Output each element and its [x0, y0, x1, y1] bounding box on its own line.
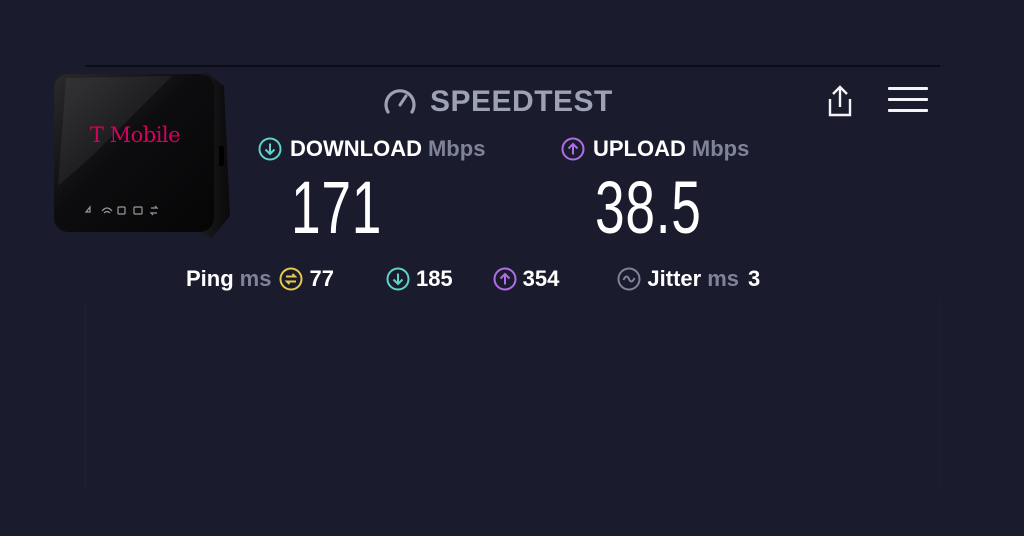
arrow-up-circle-icon [493, 267, 517, 291]
upload-speed-value: 38.5 [595, 166, 702, 249]
upload-label: UPLOAD Mbps [561, 134, 749, 164]
download-title: DOWNLOAD [290, 136, 422, 161]
arrow-down-circle-icon [258, 137, 282, 161]
ping-download: 185 [386, 266, 453, 292]
hamburger-line [888, 98, 928, 101]
panel-edge-left [85, 300, 86, 490]
speedometer-gauge-icon [384, 89, 416, 114]
speedtest-logo: SPEEDTEST [383, 82, 613, 122]
ping-upload-value: 354 [522, 266, 560, 291]
arrow-down-circle-icon [386, 267, 410, 291]
jitter-unit: ms [707, 266, 739, 291]
share-button[interactable] [822, 83, 858, 119]
hamburger-line [888, 87, 928, 90]
ping-idle-value: 77 [309, 266, 334, 291]
upload-title: UPLOAD [593, 136, 686, 161]
ping-upload: 354 [493, 266, 560, 292]
device-brand-logo: T Mobile [89, 123, 181, 147]
hamburger-line [888, 109, 928, 112]
menu-button[interactable] [888, 87, 928, 119]
panel-edge-right [939, 300, 940, 490]
jitter-wave-icon [617, 267, 641, 291]
ping-unit: ms [239, 266, 272, 291]
download-speed-value: 171 [291, 166, 383, 249]
mobile-hotspot-device-image: T Mobile [52, 66, 232, 242]
upload-unit: Mbps [691, 136, 750, 161]
ping-download-value: 185 [415, 266, 453, 291]
ping-row: Ping ms 77 185 354 Jitter ms 3 [186, 263, 760, 295]
download-unit: Mbps [427, 136, 486, 161]
jitter-label: Jitter [647, 266, 702, 291]
app-title: SPEEDTEST [430, 85, 613, 118]
idle-latency-icon [279, 267, 303, 291]
jitter-value: 3 [747, 266, 761, 291]
jitter: Jitter ms 3 [617, 266, 760, 292]
ping-label: Ping [186, 266, 234, 291]
download-label: DOWNLOAD Mbps [258, 134, 485, 164]
share-upload-icon [828, 85, 852, 117]
arrow-up-circle-icon [561, 137, 585, 161]
ping-idle: 77 [279, 266, 334, 292]
